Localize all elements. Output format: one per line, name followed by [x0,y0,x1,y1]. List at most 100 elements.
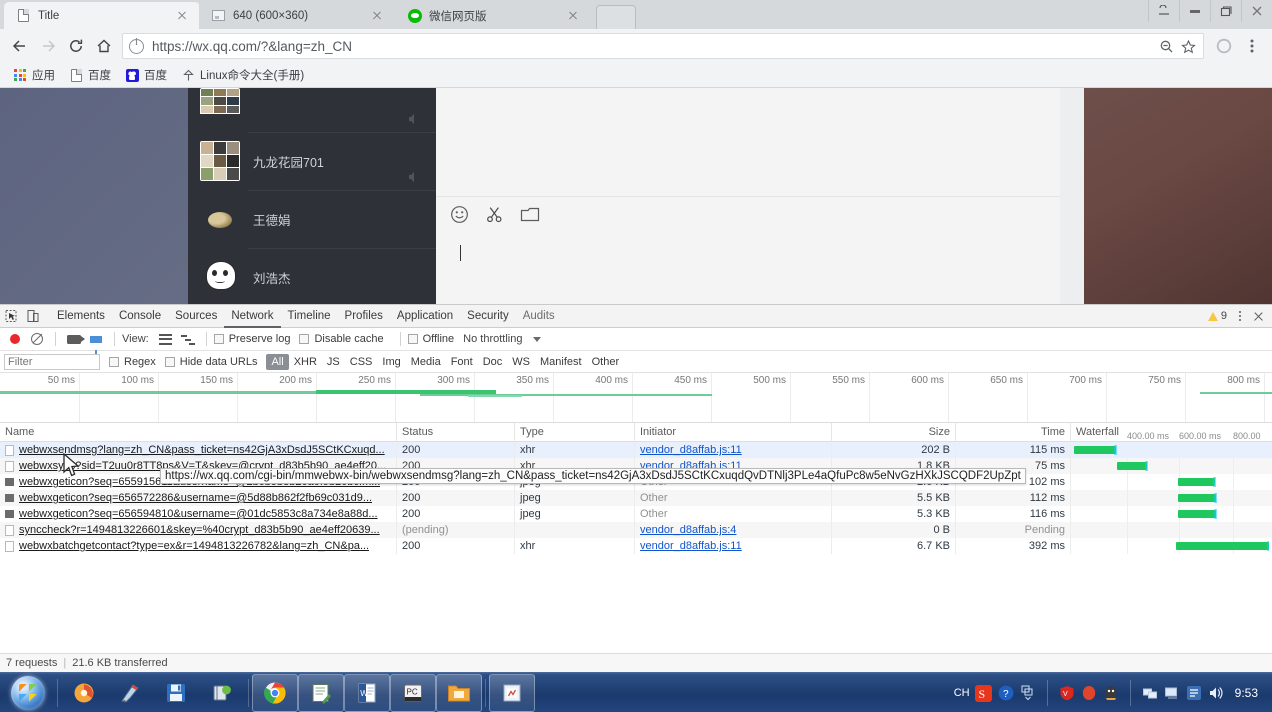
reload-icon[interactable] [62,32,90,60]
type-filter-other[interactable]: Other [587,354,625,370]
table-row[interactable]: webwxbatchgetcontact?type=ex&r=149481322… [0,538,1272,554]
tab-application[interactable]: Application [390,305,460,328]
close-icon[interactable] [369,8,385,24]
bookmark-linux-manual[interactable]: Linux命令大全(手册) [174,63,311,88]
column-header-waterfall[interactable]: Waterfall 400.00 ms 600.00 ms 800.00 [1071,423,1269,442]
sticker-icon[interactable] [199,674,245,712]
tray-language[interactable]: CH [951,681,973,705]
explorer-icon[interactable] [436,674,482,712]
network-overview[interactable]: 50 ms 100 ms 150 ms 200 ms 250 ms 300 ms 350 m… [0,373,1272,423]
browser-tab-1[interactable]: Title [4,2,200,29]
list-item[interactable]: 王德娟 [188,190,436,248]
qq-icon[interactable] [1100,681,1122,705]
list-item[interactable]: 九龙花园701 [188,132,436,190]
page-info-icon[interactable] [129,37,144,54]
scissors-icon[interactable] [485,205,504,229]
type-filter-font[interactable]: Font [446,354,478,370]
initiator-link[interactable]: vendor_d8affab.js:4 [640,524,736,536]
column-header-time[interactable]: Time [956,423,1071,442]
bookmark-apps[interactable]: 应用 [6,63,62,88]
close-devtools-icon[interactable] [1248,307,1268,325]
tab-security[interactable]: Security [460,305,516,328]
display-icon[interactable] [1161,681,1183,705]
record-dot-icon[interactable] [4,328,26,350]
cell-name[interactable]: synccheck?r=1494813226601&skey=%40crypt_… [0,522,397,538]
notepad-icon[interactable] [298,674,344,712]
cell-initiator[interactable]: Other [635,490,832,506]
list-item[interactable]: 刘浩杰 [188,248,436,304]
presentation-icon[interactable] [489,674,535,712]
column-header-name[interactable]: Name [0,423,397,442]
type-filter-js[interactable]: JS [322,354,345,370]
help-icon[interactable]: ? [995,681,1017,705]
filter-input[interactable] [4,353,100,370]
cell-initiator[interactable]: vendor_d8affab.js:11 [635,538,832,554]
column-header-type[interactable]: Type [515,423,635,442]
media-player-icon[interactable] [61,674,107,712]
maximize-icon[interactable] [1179,0,1210,22]
list-view-icon[interactable] [155,328,177,350]
antivirus-icon[interactable]: V [1056,681,1078,705]
regex-checkbox[interactable]: Regex [109,356,156,368]
profile-circle-icon[interactable] [1210,32,1238,60]
tab-audits[interactable]: Audits [516,305,562,328]
initiator-link[interactable]: vendor_d8affab.js:11 [640,444,742,456]
cell-initiator[interactable]: vendor_d8affab.js:11 [635,442,832,458]
cell-name[interactable]: webwxbatchgetcontact?type=ex&r=149481322… [0,538,397,554]
cell-name[interactable]: webwxsendmsg?lang=zh_CN&pass_ticket=ns42… [0,442,397,458]
cell-name[interactable]: webwxgeticon?seq=656594810&username=@01d… [0,506,397,522]
devtools-menu-icon[interactable] [1232,307,1248,325]
volume-icon[interactable] [1205,681,1227,705]
browser-tab-2[interactable]: 640 (600×360) [199,2,395,29]
initiator-link[interactable]: vendor_d8affab.js:11 [640,540,742,552]
request-name-link[interactable]: synccheck?r=1494813226601&skey=%40crypt_… [19,522,380,538]
word-icon[interactable]: W [344,674,390,712]
inspect-element-icon[interactable] [0,305,22,327]
folder-icon[interactable] [520,206,540,228]
type-filter-ws[interactable]: WS [507,354,535,370]
request-name-link[interactable]: webwxgeticon?seq=656594810&username=@01d… [19,506,378,522]
request-name-link[interactable]: webwxgeticon?seq=656572286&username=@5d8… [19,490,372,506]
capture-screenshots-icon[interactable] [63,328,85,350]
filter-funnel-icon[interactable] [85,328,107,354]
request-name-link[interactable]: webwxbatchgetcontact?type=ex&r=149481322… [19,538,369,554]
hide-data-urls-checkbox[interactable]: Hide data URLs [164,356,257,368]
type-filter-manifest[interactable]: Manifest [535,354,587,370]
cell-initiator[interactable]: Other [635,506,832,522]
close-icon[interactable] [565,8,581,24]
tab-elements[interactable]: Elements [50,305,112,328]
emoji-icon[interactable] [450,205,469,229]
column-header-size[interactable]: Size [832,423,956,442]
throttling-dropdown[interactable] [528,336,546,342]
preserve-log-checkbox[interactable]: Preserve log [213,333,290,345]
device-toolbar-icon[interactable] [22,305,44,327]
type-filter-doc[interactable]: Doc [478,354,508,370]
close-icon[interactable] [1241,0,1272,22]
restore-icon[interactable] [1210,0,1241,22]
address-bar[interactable]: https://wx.qq.com/?&lang=zh_CN [122,33,1204,59]
new-tab-button[interactable] [596,5,636,29]
tab-network[interactable]: Network [224,305,280,328]
type-filter-xhr[interactable]: XHR [289,354,322,370]
offline-checkbox[interactable]: Offline [407,333,454,345]
paint-icon[interactable] [107,674,153,712]
type-filter-all[interactable]: All [266,353,289,370]
bookmark-baidu-1[interactable]: 百度 [62,63,118,88]
cell-initiator[interactable]: vendor_d8affab.js:4 [635,522,832,538]
column-header-status[interactable]: Status [397,423,515,442]
table-row[interactable]: webwxgeticon?seq=656594810&username=@01d… [0,506,1272,522]
disable-cache-checkbox[interactable]: Disable cache [299,333,384,345]
chrome-menu-icon[interactable] [1238,32,1266,60]
chrome-icon[interactable] [252,674,298,712]
table-row[interactable]: webwxgeticon?seq=656572286&username=@5d8… [0,490,1272,506]
home-icon[interactable] [90,32,118,60]
bookmark-star-icon[interactable] [1177,35,1199,57]
throttling-value[interactable]: No throttling [463,333,522,345]
back-icon[interactable] [6,32,34,60]
column-header-initiator[interactable]: Initiator [635,423,832,442]
table-row[interactable]: synccheck?r=1494813226601&skey=%40crypt_… [0,522,1272,538]
minimize-icon[interactable] [1148,0,1179,22]
show-hidden-icon[interactable] [1017,681,1039,705]
waterfall-view-icon[interactable] [177,328,199,350]
browser-tab-3[interactable]: 微信网页版 [395,2,591,29]
